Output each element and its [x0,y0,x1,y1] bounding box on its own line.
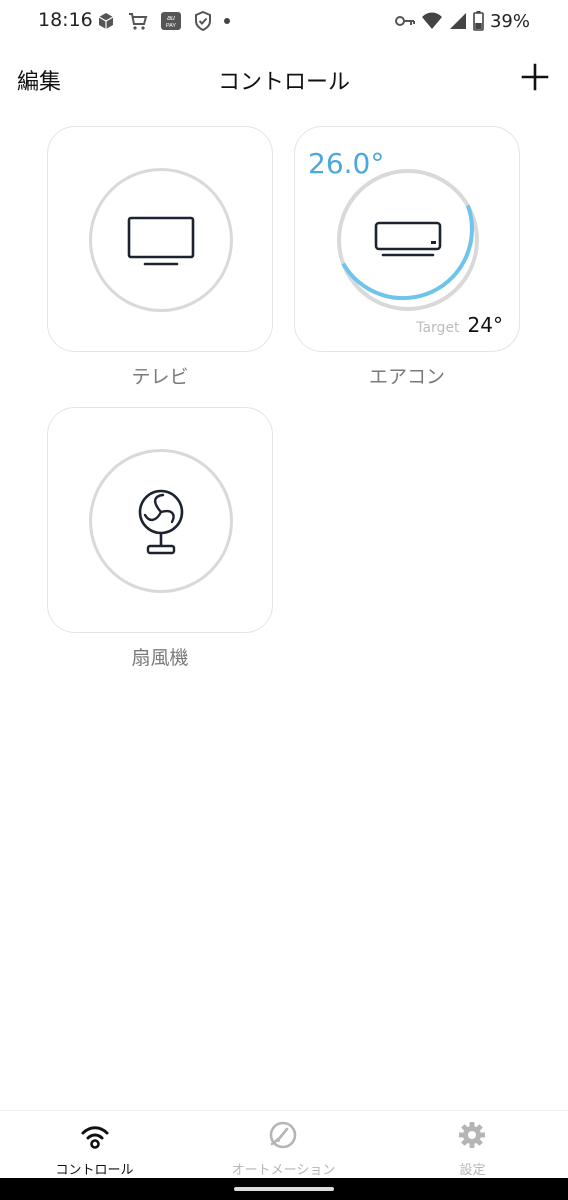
tab-label: オートメーション [231,1163,336,1178]
package-icon [98,13,114,29]
device-tile-fan[interactable] [47,407,273,633]
device-tile-tv[interactable] [47,126,273,352]
target-value: 24° [467,313,503,337]
dot-icon [224,18,230,24]
tv-icon [127,216,195,266]
device-tile-air-conditioner[interactable]: 26.0° Target 24° [294,126,520,352]
signal-icon [449,13,466,29]
notification-icons: au PAY [96,10,230,32]
svg-text:PAY: PAY [166,23,177,29]
app-header: 編集 コントロール [0,52,568,104]
bottom-navigation: コントロール オートメーション 設定 [0,1110,568,1178]
tab-settings[interactable]: 設定 [378,1111,567,1179]
svg-text:au: au [167,15,175,22]
key-icon [394,16,415,26]
tab-automation[interactable]: オートメーション [189,1111,378,1179]
plus-icon[interactable] [520,62,550,92]
gear-icon [459,1122,485,1148]
device-label-air-conditioner: エアコン [368,366,445,388]
tab-label: コントロール [55,1163,134,1178]
shield-icon [195,11,211,31]
system-icons: 39% [394,9,530,33]
status-time: 18:16 [38,9,93,31]
remote-wifi-icon [81,1126,109,1149]
tab-label: 設定 [459,1163,486,1178]
status-bar: 18:16 au PAY 39% [0,0,568,42]
cart-icon [129,13,148,30]
au-pay-icon: auPAY [161,12,181,30]
home-gesture-handle[interactable] [234,1187,334,1191]
tab-control[interactable]: コントロール [0,1111,189,1179]
current-temperature: 26.0° [308,147,385,180]
target-temperature: Target 24° [416,313,503,337]
device-label-fan: 扇風機 [131,647,189,669]
battery-percent: 39% [489,10,530,32]
automation-gauge-icon [269,1121,297,1149]
fan-icon [138,489,184,555]
target-label: Target [416,320,460,336]
page-title: コントロール [217,70,350,95]
wifi-icon [421,12,442,29]
battery-icon [473,11,484,31]
device-label-tv: テレビ [131,366,189,388]
system-navigation-bar [0,1178,568,1200]
